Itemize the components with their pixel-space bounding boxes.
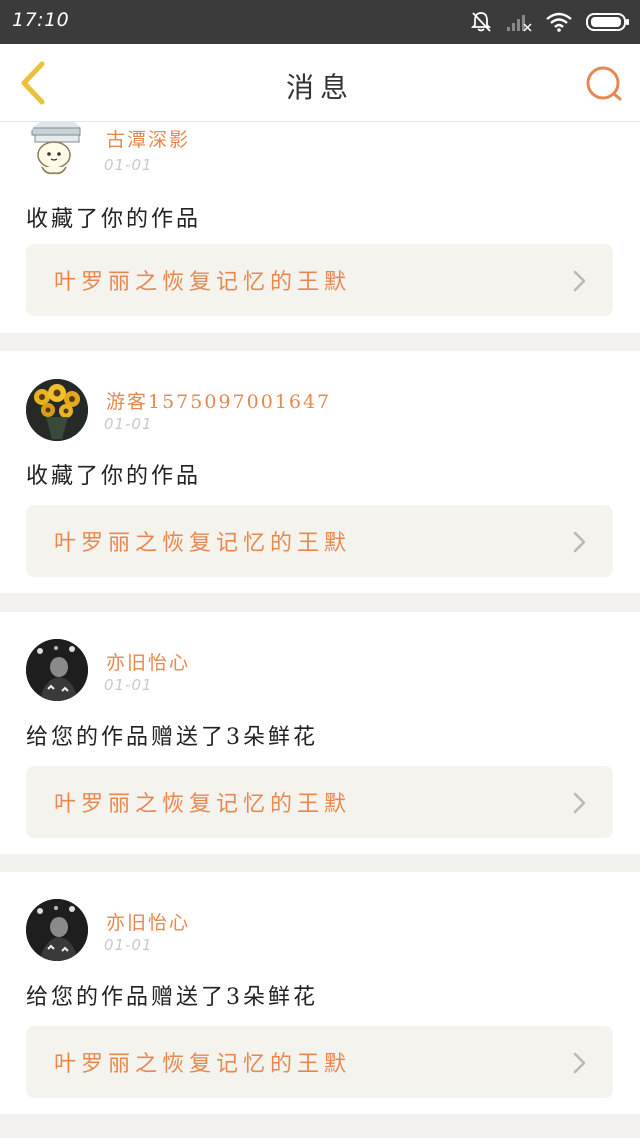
message-text: 收藏了你的作品	[26, 207, 202, 232]
bw-portrait-avatar[interactable]	[26, 639, 88, 701]
message-date: 01-01	[104, 676, 153, 694]
status-icons	[470, 8, 630, 36]
status-bar: 17:10	[0, 0, 640, 44]
message-card: 古潭深影 01-01 收藏了你的作品 叶罗丽之恢复记忆的王默	[0, 122, 640, 333]
chevron-right-icon	[573, 531, 586, 553]
message-card: 亦旧怡心 01-01 给您的作品赠送了3朵鲜花 叶罗丽之恢复记忆的王默	[0, 612, 640, 854]
nav-bar: 消息	[0, 44, 640, 122]
message-date: 01-01	[104, 415, 153, 433]
work-title: 叶罗丽之恢复记忆的王默	[54, 270, 352, 295]
message-text: 收藏了你的作品	[26, 464, 202, 489]
message-date: 01-01	[104, 936, 153, 954]
chevron-right-icon	[573, 792, 586, 814]
message-date: 01-01	[104, 156, 153, 174]
work-title: 叶罗丽之恢复记忆的王默	[54, 792, 352, 817]
work-link[interactable]: 叶罗丽之恢复记忆的王默	[26, 766, 613, 838]
work-title: 叶罗丽之恢复记忆的王默	[54, 1052, 352, 1077]
chevron-right-icon	[573, 270, 586, 292]
status-time: 17:10	[12, 9, 70, 31]
username[interactable]: 游客1575097001647	[106, 387, 331, 414]
signal-icon	[507, 15, 532, 32]
message-text: 给您的作品赠送了3朵鲜花	[26, 985, 318, 1010]
message-text: 给您的作品赠送了3朵鲜花	[26, 725, 318, 750]
username[interactable]: 亦旧怡心	[106, 908, 190, 935]
username[interactable]: 亦旧怡心	[106, 648, 190, 675]
sunflowers-avatar[interactable]	[26, 379, 88, 441]
message-card: 游客1575097001647 01-01 收藏了你的作品 叶罗丽之恢复记忆的王…	[0, 351, 640, 593]
work-link[interactable]: 叶罗丽之恢复记忆的王默	[26, 1026, 613, 1098]
work-link[interactable]: 叶罗丽之恢复记忆的王默	[26, 244, 613, 316]
message-list[interactable]: 古潭深影 01-01 收藏了你的作品 叶罗丽之恢复记忆的王默 游客1575097…	[0, 122, 640, 1138]
page-title: 消息	[285, 71, 354, 104]
bell-muted-icon	[470, 12, 492, 32]
username[interactable]: 古潭深影	[106, 125, 190, 152]
chevron-right-icon	[573, 1052, 586, 1074]
battery-icon	[586, 13, 629, 31]
bw-portrait-avatar[interactable]	[26, 899, 88, 961]
work-link[interactable]: 叶罗丽之恢复记忆的王默	[26, 505, 613, 577]
search-icon[interactable]	[584, 64, 624, 104]
message-card: 亦旧怡心 01-01 给您的作品赠送了3朵鲜花 叶罗丽之恢复记忆的王默	[0, 872, 640, 1114]
wifi-icon	[546, 12, 572, 32]
work-title: 叶罗丽之恢复记忆的王默	[54, 531, 352, 556]
cartoon-books-avatar[interactable]	[26, 122, 88, 179]
